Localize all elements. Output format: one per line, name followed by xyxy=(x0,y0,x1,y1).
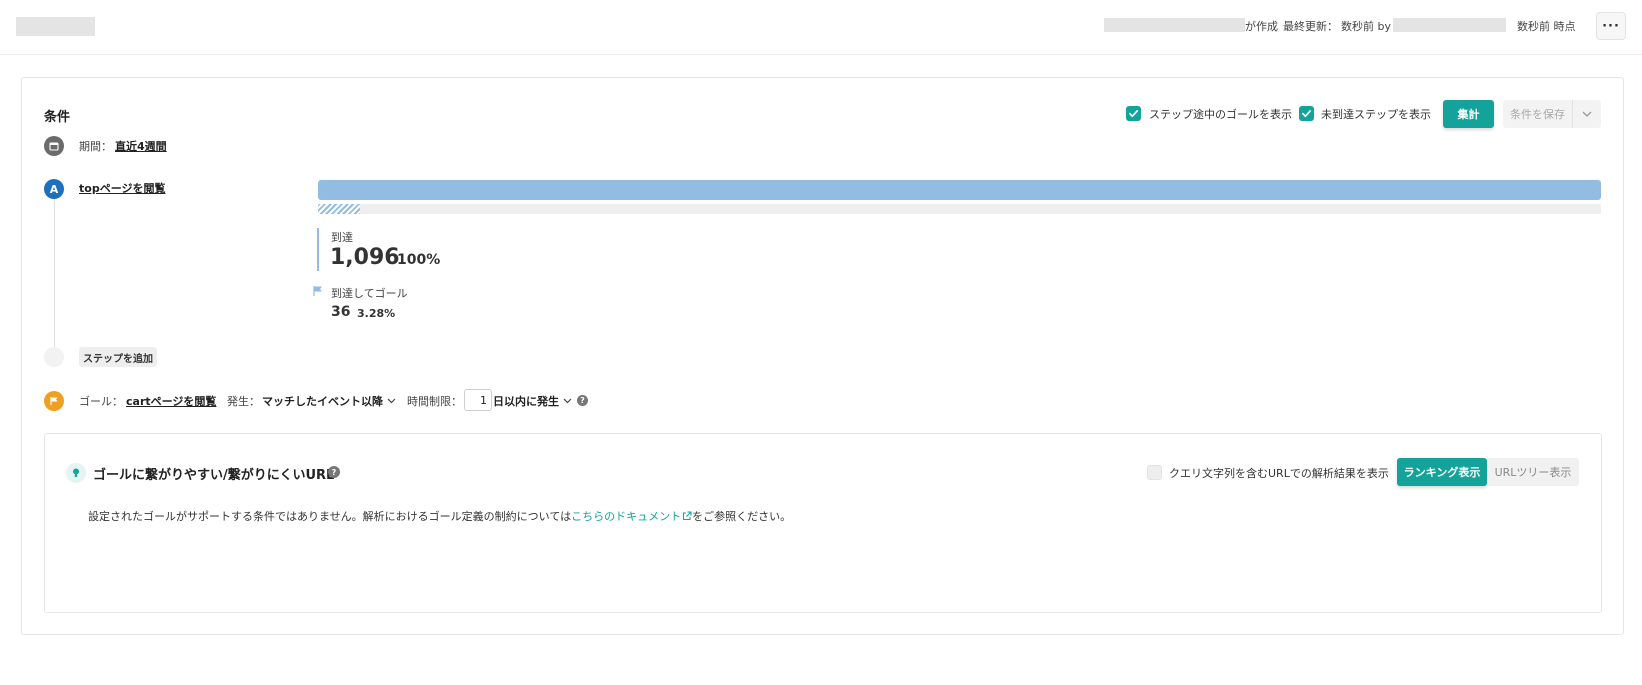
query-string-checkbox[interactable] xyxy=(1147,465,1162,480)
chevron-down-icon xyxy=(563,398,572,404)
chevron-down-icon xyxy=(387,398,396,404)
period-value-link[interactable]: 直近4週間 xyxy=(115,138,167,154)
time-limit-label: 時間制限： xyxy=(407,395,462,408)
goal-value-link[interactable]: cartページを閲覧 xyxy=(126,393,216,409)
reached-label: 到達 xyxy=(331,231,353,244)
external-link-icon xyxy=(683,511,692,521)
goal-flag-icon xyxy=(313,286,322,296)
show-goal-midstep-checkbox[interactable] xyxy=(1126,106,1141,121)
lightbulb-icon xyxy=(66,463,86,483)
occurrence-label: 発生： xyxy=(227,395,260,408)
calendar-icon xyxy=(44,136,64,156)
aggregate-button[interactable]: 集計 xyxy=(1443,100,1494,128)
goal-percentage: 3.28% xyxy=(357,307,396,320)
check-icon xyxy=(1302,110,1311,118)
occurrence-dropdown[interactable]: マッチしたイベント以降 xyxy=(262,393,396,409)
time-limit-unit: 日以内に発生 xyxy=(493,395,559,408)
check-icon xyxy=(1129,110,1138,118)
url-panel-title: ゴールに繋がりやすい/繋がりにくいURL xyxy=(93,468,335,483)
goal-count: 36 xyxy=(331,304,351,320)
step-a-goal-bar xyxy=(318,204,360,214)
updater-name-placeholder xyxy=(1393,18,1506,32)
add-step-label: ステップを追加 xyxy=(83,353,153,365)
creator-name-placeholder xyxy=(1104,18,1245,32)
step-a-goal-track xyxy=(318,204,1601,214)
reached-count: 1,096 xyxy=(330,245,400,270)
occurrence-value: マッチしたイベント以降 xyxy=(262,395,383,408)
time-limit-input[interactable]: 1 xyxy=(464,389,492,411)
goal-badge xyxy=(44,391,64,411)
save-options-dropdown[interactable] xyxy=(1572,100,1601,128)
more-options-button[interactable]: ··· xyxy=(1596,12,1626,40)
reached-and-goal-label: 到達してゴール xyxy=(331,287,408,300)
save-conditions-button[interactable]: 条件を保存 xyxy=(1503,100,1572,128)
help-icon[interactable]: ? xyxy=(577,395,588,406)
reached-percentage: 100% xyxy=(397,252,441,268)
report-title-placeholder xyxy=(16,17,95,36)
flag-icon xyxy=(50,397,58,405)
ranking-view-label: ランキング表示 xyxy=(1403,466,1481,479)
goal-label: ゴール： xyxy=(79,395,123,408)
time-limit-value: 1 xyxy=(480,393,487,407)
unsupported-goal-message: 設定されたゴールがサポートする条件ではありません。解析におけるゴール定義の制約に… xyxy=(88,508,791,524)
as-of-time: 数秒前 時点 xyxy=(1517,20,1576,33)
step-timeline-line xyxy=(54,199,55,347)
last-updated-value: 数秒前 by xyxy=(1341,20,1391,33)
last-updated-label: 最終更新： xyxy=(1283,20,1338,33)
message-before: 設定されたゴールがサポートする条件ではありません。解析におけるゴール定義の制約に… xyxy=(88,510,572,523)
reached-marker-line xyxy=(317,228,319,271)
step-a-name-link[interactable]: topページを閲覧 xyxy=(79,180,165,196)
documentation-link-text: こちらのドキュメント xyxy=(571,510,682,523)
more-icon: ··· xyxy=(1602,18,1620,34)
url-tree-view-label: URLツリー表示 xyxy=(1494,466,1572,479)
chevron-down-icon xyxy=(1582,111,1592,117)
query-string-checkbox-label: クエリ文字列を含むURLでの解析結果を表示 xyxy=(1169,467,1389,480)
show-unreached-label: 未到達ステップを表示 xyxy=(1321,108,1431,121)
aggregate-button-label: 集計 xyxy=(1457,108,1480,121)
url-tree-view-button[interactable]: URLツリー表示 xyxy=(1487,458,1579,486)
show-goal-midstep-label: ステップ途中のゴールを表示 xyxy=(1149,108,1292,121)
url-panel-help-icon[interactable]: ? xyxy=(328,466,340,478)
ranking-view-button[interactable]: ランキング表示 xyxy=(1397,458,1487,486)
documentation-link[interactable]: こちらのドキュメント xyxy=(571,510,692,523)
step-a-badge-letter: A xyxy=(49,182,59,196)
step-a-reached-bar xyxy=(318,180,1601,200)
show-unreached-checkbox[interactable] xyxy=(1299,106,1314,121)
created-suffix: が作成 xyxy=(1245,20,1278,33)
add-step-button[interactable]: ステップを追加 xyxy=(79,347,157,367)
save-conditions-label: 条件を保存 xyxy=(1510,108,1565,121)
message-after: をご参照ください。 xyxy=(692,510,792,523)
top-bar: が作成 最終更新： 数秒前 by 数秒前 時点 ··· xyxy=(0,0,1642,55)
add-step-placeholder-circle xyxy=(44,347,64,367)
period-label: 期間： xyxy=(79,140,112,153)
conditions-title: 条件 xyxy=(44,110,71,125)
step-a-badge: A xyxy=(44,179,64,199)
time-limit-unit-dropdown[interactable]: 日以内に発生 xyxy=(493,393,572,409)
